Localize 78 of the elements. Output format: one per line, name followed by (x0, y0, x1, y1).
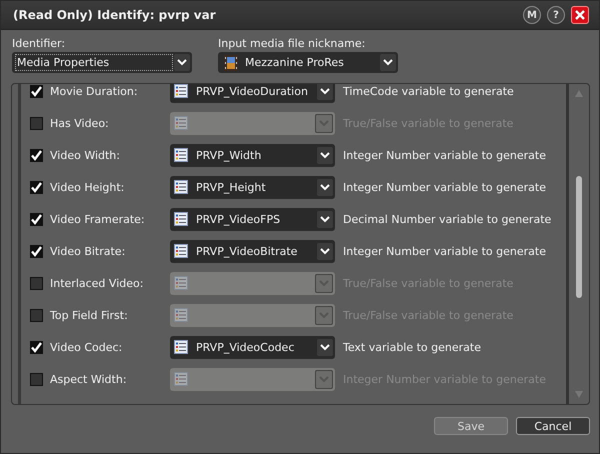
list-icon (174, 84, 188, 98)
identifier-dropdown[interactable]: Media Properties (12, 52, 192, 73)
identifier-label: Identifier: (12, 37, 66, 50)
checkbox[interactable] (30, 308, 43, 322)
property-label: Video Height: (50, 180, 126, 194)
help-button[interactable]: ? (547, 6, 565, 24)
caret-icon (320, 216, 330, 222)
description-text: Integer Number variable to generate (343, 148, 546, 162)
checkbox[interactable] (30, 180, 43, 194)
property-label: Video Codec: (50, 340, 124, 354)
list-icon (174, 212, 188, 226)
property-label: Video Framerate: (50, 212, 146, 226)
check-icon (31, 342, 42, 352)
caret-icon (383, 59, 393, 66)
property-label: Movie Duration: (50, 84, 139, 98)
check-icon (31, 182, 42, 192)
checkbox[interactable] (30, 276, 43, 290)
variable-dropdown[interactable]: PRVP_Height (170, 176, 335, 198)
variable-dropdown[interactable]: PRVP_VideoDuration (170, 84, 335, 102)
description-text: TimeCode variable to generate (343, 84, 514, 98)
checkbox[interactable] (30, 244, 43, 258)
list-icon (174, 340, 188, 354)
property-label: Video Bitrate: (50, 244, 126, 258)
checkbox[interactable] (30, 116, 43, 130)
list-icon (174, 116, 188, 130)
list-icon (174, 180, 188, 194)
caret-icon (177, 59, 187, 66)
list-icon (174, 148, 188, 162)
scroll-up-icon (575, 90, 583, 98)
property-label: Has Video: (50, 116, 110, 130)
property-label: Interlaced Video: (50, 276, 144, 290)
list-icon (174, 276, 188, 290)
nickname-label: Input media file nickname: (218, 37, 366, 50)
description-text: Integer Number variable to generate (343, 244, 546, 258)
checkbox[interactable] (30, 372, 43, 386)
variable-dropdown[interactable] (170, 368, 335, 390)
caret-icon (320, 344, 330, 350)
variable-dropdown[interactable]: PRVP_VideoBitrate (170, 240, 335, 262)
property-label: Video Width: (50, 148, 121, 162)
film-icon (224, 54, 238, 70)
scroll-down-icon (575, 390, 583, 398)
caret-icon (320, 184, 330, 190)
variable-dropdown[interactable] (170, 304, 335, 326)
list-icon (174, 308, 188, 322)
close-icon (575, 10, 585, 20)
check-icon (31, 86, 42, 96)
caret-icon (319, 280, 329, 286)
variable-dropdown[interactable] (170, 272, 335, 294)
caret-icon (320, 88, 330, 94)
nickname-dropdown[interactable]: Mezzanine ProRes (218, 52, 398, 73)
variable-dropdown[interactable]: PRVP_Width (170, 144, 335, 166)
description-text: Decimal Number variable to generate (343, 212, 552, 226)
property-label: Aspect Width: (50, 372, 128, 386)
check-icon (31, 214, 42, 224)
list-icon (174, 244, 188, 258)
property-label: Top Field First: (50, 308, 129, 322)
caret-icon (320, 152, 330, 158)
caret-icon (319, 312, 329, 318)
dialog-button[interactable]: Cancel (516, 417, 590, 435)
variable-dropdown[interactable]: PRVP_VideoCodec (170, 336, 335, 358)
caret-icon (319, 120, 329, 126)
description-text: Integer Number variable to generate (343, 180, 546, 194)
scroll-thumb[interactable] (576, 176, 582, 298)
variable-dropdown[interactable]: PRVP_VideoFPS (170, 208, 335, 230)
list-icon (174, 372, 188, 386)
description-text: Text variable to generate (343, 340, 481, 354)
close-button[interactable] (571, 6, 589, 24)
checkbox[interactable] (30, 84, 43, 98)
checkbox[interactable] (30, 340, 43, 354)
m-button[interactable]: M (523, 6, 541, 24)
check-icon (31, 150, 42, 160)
variable-dropdown[interactable] (170, 112, 335, 134)
check-icon (31, 246, 42, 256)
checkbox[interactable] (30, 212, 43, 226)
checkbox[interactable] (30, 148, 43, 162)
caret-icon (320, 248, 330, 254)
caret-icon (319, 376, 329, 382)
window-title: (Read Only) Identify: pvrp var (13, 8, 216, 22)
